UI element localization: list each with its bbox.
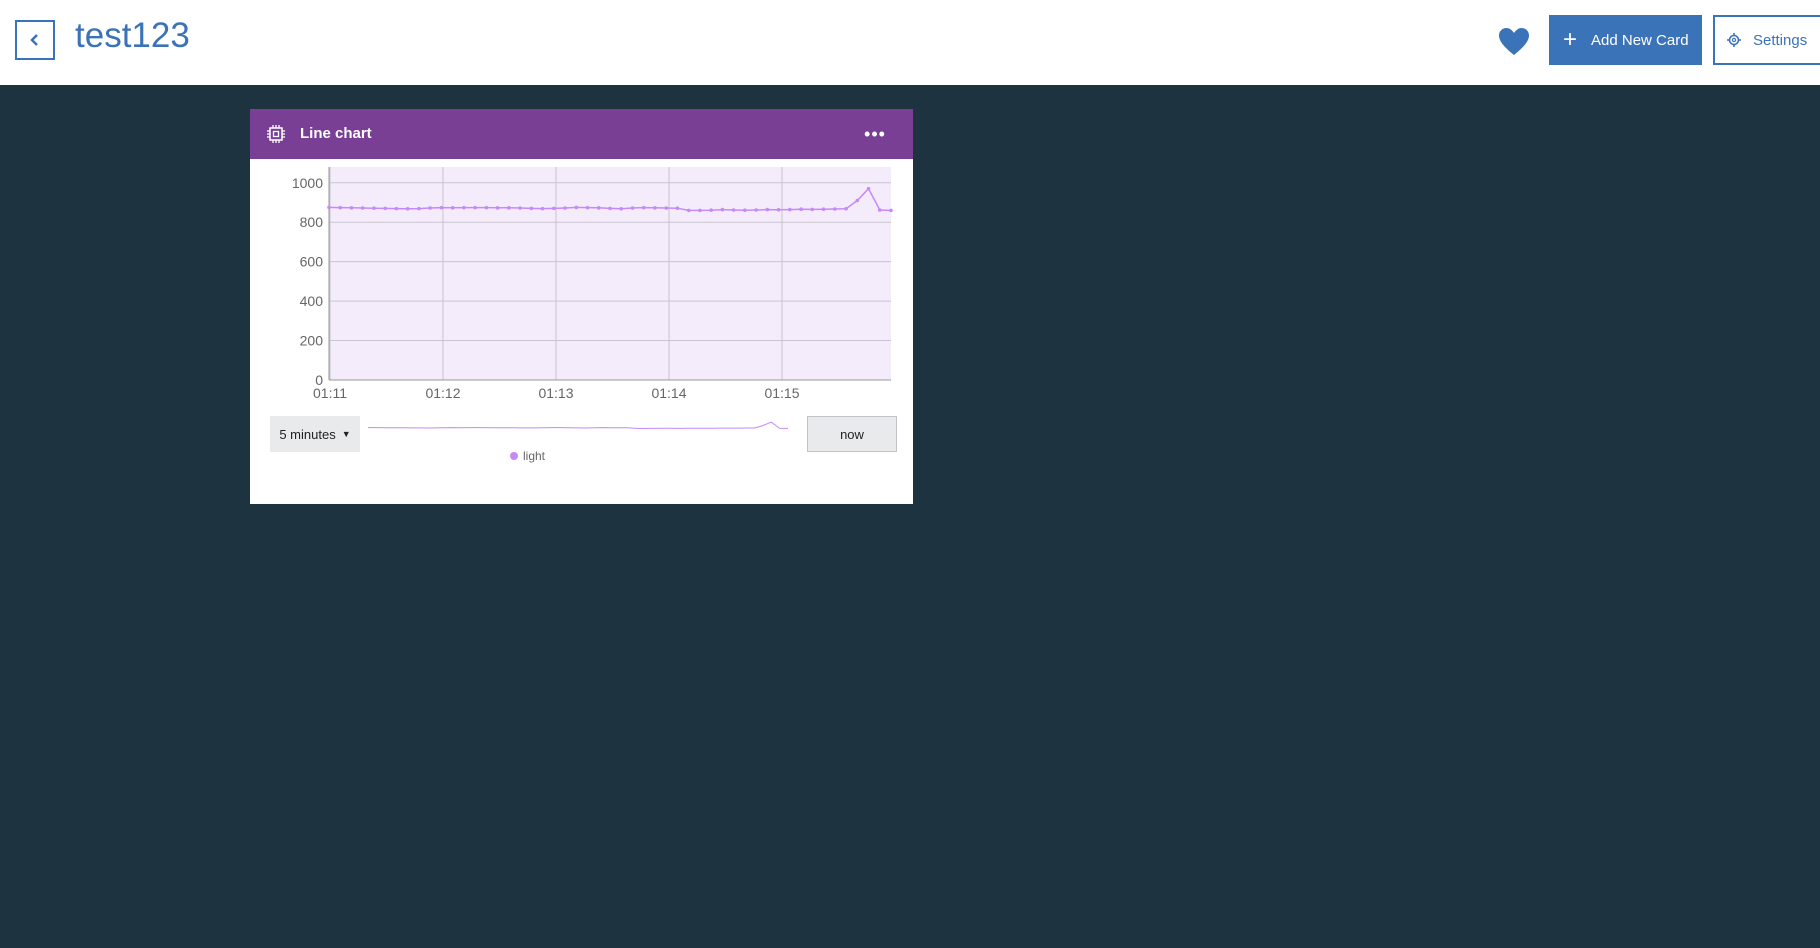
data-point (462, 205, 466, 210)
y-tick-label: 200 (300, 333, 324, 349)
data-point (675, 206, 680, 211)
data-point (327, 205, 331, 210)
data-point (653, 206, 657, 210)
y-tick-label: 600 (300, 254, 324, 270)
data-point (889, 208, 893, 213)
settings-label: Settings (1753, 31, 1808, 49)
data-point (743, 208, 747, 212)
overflow-menu-icon: ••• (864, 123, 886, 144)
data-point (383, 206, 387, 211)
time-range-value: 5 minutes (279, 426, 336, 442)
plot-area (329, 167, 891, 380)
y-tick-label: 400 (300, 293, 324, 309)
x-tick-label: 01:14 (651, 385, 686, 401)
heart-icon[interactable] (1498, 27, 1530, 57)
data-point (630, 206, 635, 210)
data-point (417, 206, 421, 211)
data-point (338, 205, 343, 210)
data-point (641, 205, 646, 210)
back-button[interactable] (15, 20, 55, 60)
data-point (552, 206, 556, 211)
line-chart-card: Line chart ••• 0 200 400 600 800 1000 01:11 01:… (250, 109, 913, 504)
legend-label: light (523, 449, 546, 463)
data-point (495, 206, 500, 210)
data-point (574, 205, 579, 210)
x-tick-label: 01:11 (313, 385, 347, 401)
data-point (720, 207, 725, 212)
data-point (619, 207, 624, 211)
card-title: Line chart (300, 125, 372, 142)
data-point (754, 208, 758, 212)
data-point (608, 206, 612, 211)
data-point (563, 206, 567, 210)
data-point (394, 206, 399, 211)
chevron-left-icon (30, 34, 38, 46)
chart-legend: light (510, 449, 545, 463)
plus-icon: + (1563, 26, 1578, 53)
data-point (855, 198, 860, 203)
now-button[interactable]: now (807, 416, 897, 452)
data-point (518, 206, 522, 210)
page-title: test123 (75, 16, 190, 55)
data-point (473, 205, 477, 210)
x-tick-label: 01:15 (764, 385, 799, 401)
x-tick-label: 01:13 (538, 385, 573, 401)
data-point (428, 206, 432, 210)
data-point (349, 206, 354, 210)
data-point (844, 207, 848, 211)
data-point (484, 205, 489, 210)
data-point (439, 205, 444, 210)
card-overflow-menu-button[interactable]: ••• (860, 119, 890, 149)
data-point (450, 206, 455, 210)
x-tick-label: 01:12 (425, 385, 460, 401)
data-point (405, 207, 410, 211)
data-point (585, 205, 590, 210)
range-brush-line (368, 421, 789, 429)
data-point (799, 207, 803, 212)
top-bar: test123 + Add New Card Settings (0, 0, 1820, 85)
caret-down-icon: ▼ (341, 429, 351, 439)
data-point (698, 208, 702, 213)
data-point (507, 206, 511, 210)
data-point (731, 208, 736, 212)
data-point (596, 206, 601, 210)
data-point (765, 207, 770, 212)
data-point (529, 206, 534, 211)
data-point (776, 207, 781, 212)
data-point (810, 207, 815, 212)
data-point (788, 207, 792, 212)
data-point (664, 206, 668, 210)
gear-icon (1727, 33, 1741, 47)
data-point (372, 206, 376, 211)
card-header: Line chart ••• (250, 109, 913, 159)
legend-marker (510, 452, 518, 460)
add-new-card-button[interactable]: + Add New Card (1549, 15, 1702, 65)
data-point (686, 208, 691, 213)
add-new-card-label: Add New Card (1591, 31, 1689, 49)
data-point (360, 206, 365, 210)
range-brush[interactable] (368, 417, 798, 437)
data-point (866, 186, 871, 191)
data-point (709, 208, 713, 212)
settings-button[interactable]: Settings (1713, 15, 1820, 65)
chip-icon (267, 125, 285, 143)
y-tick-label: 800 (300, 214, 324, 230)
time-range-select[interactable]: 5 minutes ▼ (270, 416, 360, 452)
data-point (540, 206, 545, 211)
line-chart: 0200400600800100001:11 01:12 01:13 01:14 01:… (292, 167, 893, 401)
data-point (877, 208, 882, 212)
data-point (833, 207, 837, 211)
y-tick-label: 1000 (292, 175, 323, 191)
data-point (821, 207, 826, 212)
